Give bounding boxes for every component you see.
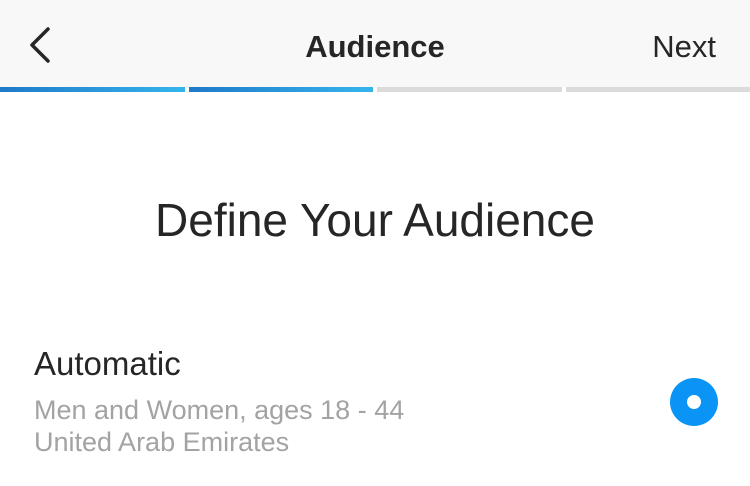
section-heading: Define Your Audience <box>155 194 595 246</box>
audience-option-automatic[interactable]: Automatic Men and Women, ages 18 - 44 Un… <box>0 330 750 470</box>
chevron-left-icon <box>28 25 52 65</box>
radio-selected-icon[interactable] <box>670 378 718 426</box>
page-title: Audience <box>305 29 445 64</box>
option-title: Automatic <box>34 345 181 382</box>
option-demographics: Men and Women, ages 18 - 44 <box>34 395 405 425</box>
progress-segment-4 <box>565 87 750 92</box>
step-progress-bar <box>0 87 750 92</box>
option-location: United Arab Emirates <box>34 427 290 457</box>
radio-dot <box>687 395 701 409</box>
progress-segment-3 <box>377 87 562 92</box>
progress-segment-1 <box>0 87 185 92</box>
navigation-bar: Audience Next <box>0 0 750 87</box>
back-button[interactable] <box>18 18 62 72</box>
progress-segment-2 <box>188 87 373 92</box>
next-button[interactable]: Next <box>652 25 716 69</box>
